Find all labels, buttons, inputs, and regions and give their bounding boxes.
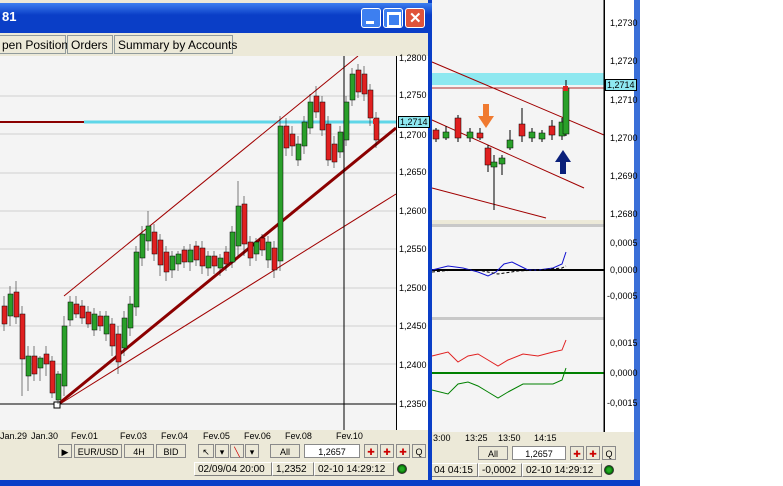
front-x-tick: Jan.29: [0, 431, 28, 441]
back-price-flag: 1,2714: [605, 79, 637, 91]
front-x-tick: Fev.05: [203, 431, 230, 441]
osc1-blue-line: [431, 251, 567, 277]
minimize-button[interactable]: [361, 8, 381, 28]
front-chart-drawing: [0, 56, 397, 430]
osc2-y-tick: -0,0015: [607, 398, 638, 408]
maximize-icon: [387, 12, 401, 27]
back-y-tick: 1,2700: [610, 133, 638, 143]
window-bottom-border: [0, 480, 640, 486]
back-cyan-band: [432, 73, 604, 85]
back-y-tick: 1,2690: [610, 171, 638, 181]
back-x-tick: 14:15: [534, 433, 557, 443]
back-y-tick: 1,2720: [610, 56, 638, 66]
back-status-datetime: 04 04:15: [430, 463, 478, 477]
front-price-flag: 1,2714: [398, 116, 430, 128]
tab-summary-by-accounts[interactable]: Summary by Accounts: [114, 35, 237, 54]
back-x-tick: 13:50: [498, 433, 521, 443]
osc1-y-tick: 0,0005: [610, 238, 638, 248]
front-x-tick: Fev.01: [71, 431, 98, 441]
osc1-y-tick: -0,0005: [607, 291, 638, 301]
dropdown-arrow-icon[interactable]: ▾: [215, 444, 229, 458]
front-x-tick: Fev.10: [336, 431, 363, 441]
timeframe-selector[interactable]: 4H: [124, 444, 154, 458]
front-y-tick: 1,2350: [399, 399, 427, 409]
front-y-tick: 1,2750: [399, 90, 427, 100]
crosshair-icon[interactable]: ✚: [380, 444, 394, 458]
front-y-tick: 1,2700: [399, 130, 427, 140]
back-all-button[interactable]: All: [478, 446, 508, 460]
back-x-tick: 3:00: [433, 433, 451, 443]
status-datetime: 02/09/04 20:00: [194, 462, 272, 476]
front-x-tick: Fev.08: [285, 431, 312, 441]
front-y-tick: 1,2800: [399, 53, 427, 63]
osc2-red-line: [431, 339, 567, 367]
back-crosshair-icon[interactable]: ✚: [570, 446, 584, 460]
back-channel-bottom: [431, 187, 547, 219]
back-q-button[interactable]: Q: [602, 446, 616, 460]
pointer-tool-icon[interactable]: ↖: [198, 444, 214, 458]
line-tool-icon[interactable]: ╲: [230, 444, 244, 458]
close-button[interactable]: ✕: [405, 8, 425, 28]
front-x-tick: Fev.04: [161, 431, 188, 441]
osc2-y-tick: 0,0015: [610, 338, 638, 348]
back-connection-icon: [604, 465, 614, 475]
minimize-icon: [366, 21, 374, 24]
osc2-y-tick: 0,0000: [610, 368, 638, 378]
back-y-tick: 1,2680: [610, 209, 638, 219]
front-x-tick: Jan.30: [31, 431, 59, 441]
maximize-button[interactable]: [383, 8, 403, 28]
orange-down-arrow: [478, 104, 494, 128]
dropdown-arrow-icon[interactable]: ▾: [245, 444, 259, 458]
front-y-tick: 1,2650: [399, 167, 427, 177]
crosshair-icon[interactable]: ✚: [364, 444, 378, 458]
q-button[interactable]: Q: [412, 444, 426, 458]
close-icon: ✕: [409, 10, 422, 27]
status-value: 1,2352: [272, 462, 314, 476]
back-status-value: -0,0002: [478, 463, 522, 477]
front-x-tick: Fev.03: [120, 431, 147, 441]
front-x-tick: Fev.06: [244, 431, 271, 441]
back-y-tick: 1,2730: [610, 18, 638, 28]
price-type-selector[interactable]: BID: [156, 444, 186, 458]
front-y-tick: 1,2500: [399, 283, 427, 293]
symbol-selector[interactable]: EUR/USD: [74, 444, 122, 458]
window-title: 81: [2, 9, 17, 24]
scroll-right-button[interactable]: ▶: [58, 444, 72, 458]
front-candles: [1, 64, 380, 404]
front-anchor-marker: [53, 401, 61, 409]
front-y-tick: 1,2400: [399, 360, 427, 370]
back-crosshair-icon[interactable]: ✚: [586, 446, 600, 460]
blue-up-arrow: [555, 150, 571, 174]
back-status-server-time: 02-10 14:29:12: [522, 463, 602, 477]
back-y-tick: 1,2710: [610, 95, 638, 105]
crosshair-icon[interactable]: ✚: [396, 444, 410, 458]
price-field[interactable]: 1,2657: [304, 444, 360, 458]
tab-open-positions[interactable]: pen Positions: [0, 35, 74, 54]
back-candles: [432, 80, 570, 210]
front-channel-lower: [59, 193, 397, 405]
back-x-tick: 13:25: [465, 433, 488, 443]
status-server-time: 02-10 14:29:12: [314, 462, 394, 476]
tab-orders[interactable]: Orders: [67, 35, 113, 54]
connection-status-icon: [397, 464, 407, 474]
back-price-field[interactable]: 1,2657: [512, 446, 566, 460]
front-y-tick: 1,2450: [399, 321, 427, 331]
all-button[interactable]: All: [270, 444, 300, 458]
front-y-tick: 1,2550: [399, 244, 427, 254]
back-chart-drawing: [431, 0, 605, 432]
front-y-tick: 1,2600: [399, 206, 427, 216]
osc1-y-tick: 0,0000: [610, 265, 638, 275]
front-last-price-marker: [373, 119, 378, 124]
